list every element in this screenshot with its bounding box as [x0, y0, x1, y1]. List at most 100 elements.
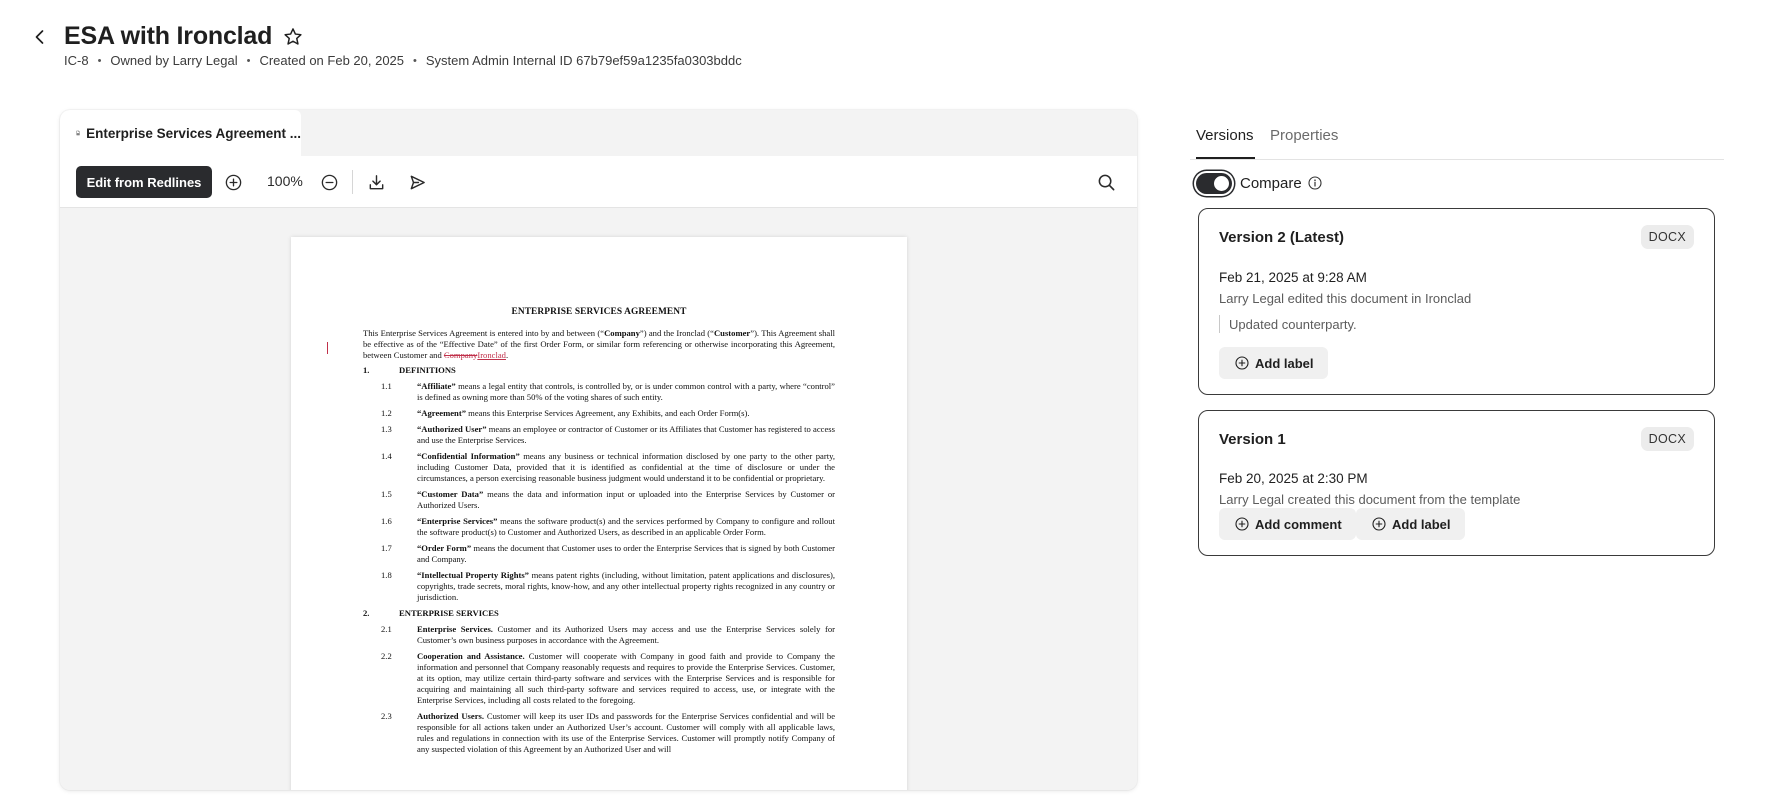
clause: 1.7 “Order Form” means the document that …	[363, 543, 835, 565]
clause-text: Enterprise Services. Customer and its Au…	[399, 624, 835, 646]
section-number: 1.	[363, 365, 370, 375]
clause: 2.3 Authorized Users. Customer will keep …	[363, 711, 835, 755]
clause-term: Cooperation and Assistance.	[417, 651, 525, 661]
document-page: ENTERPRISE SERVICES AGREEMENT This Enter…	[291, 237, 907, 790]
plus-circle-icon	[1235, 517, 1249, 531]
compare-row: Compare	[1196, 172, 1322, 194]
clause-number: 1.1	[381, 381, 392, 391]
document-canvas[interactable]: ENTERPRISE SERVICES AGREEMENT This Enter…	[60, 209, 1137, 790]
clause-number: 1.2	[381, 408, 392, 418]
zoom-in-icon	[225, 174, 241, 190]
zoom-out-button[interactable]	[319, 172, 339, 192]
clause-term: Enterprise Services.	[417, 624, 493, 634]
clause: 2.2 Cooperation and Assistance. Customer …	[363, 651, 835, 706]
clause: 2.1 Enterprise Services. Customer and its…	[363, 624, 835, 646]
back-button[interactable]	[28, 25, 52, 49]
version-card[interactable]: Version 2 (Latest) DOCX Feb 21, 2025 at …	[1198, 208, 1715, 395]
add-label-button[interactable]: Add label	[1356, 508, 1465, 540]
clause-number: 1.3	[381, 424, 392, 434]
clause: 1.4 “Confidential Information” means any …	[363, 451, 835, 484]
clause: 1.6 “Enterprise Services” means the softw…	[363, 516, 835, 538]
add-comment-button[interactable]: Add comment	[1219, 508, 1356, 540]
document-tab-label: Enterprise Services Agreement ...	[86, 125, 301, 141]
tab-properties[interactable]: Properties	[1270, 127, 1338, 144]
document-tab[interactable]: Enterprise Services Agreement ...	[60, 110, 301, 156]
clause-number: 1.5	[381, 489, 392, 499]
record-id: IC-8	[64, 53, 89, 68]
clause-number: 2.1	[381, 624, 392, 634]
version-description: Larry Legal created this document from t…	[1219, 492, 1521, 507]
separator-dot: •	[97, 54, 102, 67]
record-internal-id: System Admin Internal ID 67b79ef59a1235f…	[425, 53, 742, 68]
clause-term: “Authorized User”	[417, 424, 487, 434]
clause-term: “Enterprise Services”	[417, 516, 498, 526]
redline-deletion: Company	[443, 350, 478, 360]
separator-dot: •	[413, 54, 417, 67]
send-button[interactable]	[407, 172, 427, 192]
favorite-button[interactable]	[281, 25, 305, 49]
section-heading: 2. ENTERPRISE SERVICES	[363, 608, 835, 619]
clause-body: means the document that Customer uses to…	[417, 543, 835, 564]
file-type-badge: DOCX	[1640, 427, 1694, 451]
document-heading: ENTERPRISE SERVICES AGREEMENT	[511, 307, 687, 317]
record-created: Created on Feb 20, 2025	[259, 53, 405, 68]
section-number: 2.	[363, 608, 370, 618]
version-title: Version 2 (Latest)	[1219, 229, 1345, 246]
compare-toggle[interactable]	[1196, 172, 1232, 194]
clause-text: “Customer Data” means the data and infor…	[399, 489, 835, 511]
section-heading: 1. DEFINITIONS	[363, 365, 835, 376]
document-sections: 1. DEFINITIONS 1.1 “Affiliate” means a lega…	[363, 365, 835, 755]
clause: 1.8 “Intellectual Property Rights” means …	[363, 570, 835, 603]
clause-text: “Order Form” means the document that Cus…	[399, 543, 835, 565]
panel-tabs: Versions Properties	[1190, 110, 1724, 160]
clause: 1.3 “Authorized User” means an employee o…	[363, 424, 835, 446]
clause-number: 1.7	[381, 543, 392, 553]
version-card[interactable]: Version 1 DOCX Feb 20, 2025 at 2:30 PM L…	[1198, 410, 1715, 556]
zoom-in-button[interactable]	[223, 172, 243, 192]
version-date: Feb 20, 2025 at 2:30 PM	[1219, 471, 1368, 486]
active-tab-indicator	[1196, 157, 1255, 159]
edit-from-redlines-button[interactable]: Edit from Redlines	[76, 166, 212, 198]
doc-file-icon	[76, 130, 80, 136]
version-description: Larry Legal edited this document in Iron…	[1219, 291, 1472, 306]
record-owner: Owned by Larry Legal	[110, 53, 238, 68]
toggle-knob	[1214, 175, 1229, 191]
clause-term: “Customer Data”	[417, 489, 484, 499]
clause-body: means this Enterprise Services Agreement…	[466, 408, 750, 418]
clause-body: means a legal entity that controls, is c…	[417, 381, 835, 402]
download-button[interactable]	[366, 172, 386, 192]
clause-term: “Affiliate”	[417, 381, 456, 391]
clause-text: Cooperation and Assistance. Customer wil…	[399, 651, 835, 706]
clause-term: Authorized Users.	[417, 711, 485, 721]
section-title: DEFINITIONS	[399, 365, 456, 375]
clause-number: 1.4	[381, 451, 392, 461]
record-metadata: IC-8 • Owned by Larry Legal • Created on…	[64, 53, 742, 68]
chevron-left-icon	[35, 30, 44, 44]
search-icon	[1098, 174, 1114, 190]
page-title: ESA with Ironclad	[64, 22, 273, 50]
star-icon	[284, 28, 302, 45]
version-title: Version 1	[1219, 431, 1286, 448]
compare-label: Compare	[1240, 174, 1302, 192]
clause: 1.2 “Agreement” means this Enterprise Ser…	[363, 408, 835, 419]
clause-text: “Confidential Information” means any bus…	[399, 451, 835, 484]
tab-versions[interactable]: Versions	[1196, 127, 1254, 144]
plus-circle-icon	[1372, 517, 1386, 531]
zoom-level: 100%	[267, 173, 303, 189]
page-header: ESA with Ironclad IC-8 • Owned by Larry …	[0, 0, 1770, 90]
intro-paragraph: This Enterprise Services Agreement is en…	[327, 328, 835, 361]
clause-term: “Confidential Information”	[417, 451, 520, 461]
send-icon	[410, 175, 425, 189]
clause-text: “Enterprise Services” means the software…	[399, 516, 835, 538]
document-body: ENTERPRISE SERVICES AGREEMENT This Enter…	[327, 307, 835, 760]
info-icon[interactable]	[1308, 176, 1322, 190]
clause-text: Authorized Users. Customer will keep its…	[399, 711, 835, 755]
search-button[interactable]	[1096, 172, 1116, 192]
clause-text: “Authorized User” means an employee or c…	[399, 424, 835, 446]
add-label-button[interactable]: Add label	[1219, 347, 1328, 379]
plus-circle-icon	[1235, 356, 1249, 370]
clause-number: 2.3	[381, 711, 392, 721]
clause-number: 1.6	[381, 516, 392, 526]
separator-dot: •	[246, 54, 251, 67]
document-tabstrip: Enterprise Services Agreement ...	[60, 110, 1137, 156]
